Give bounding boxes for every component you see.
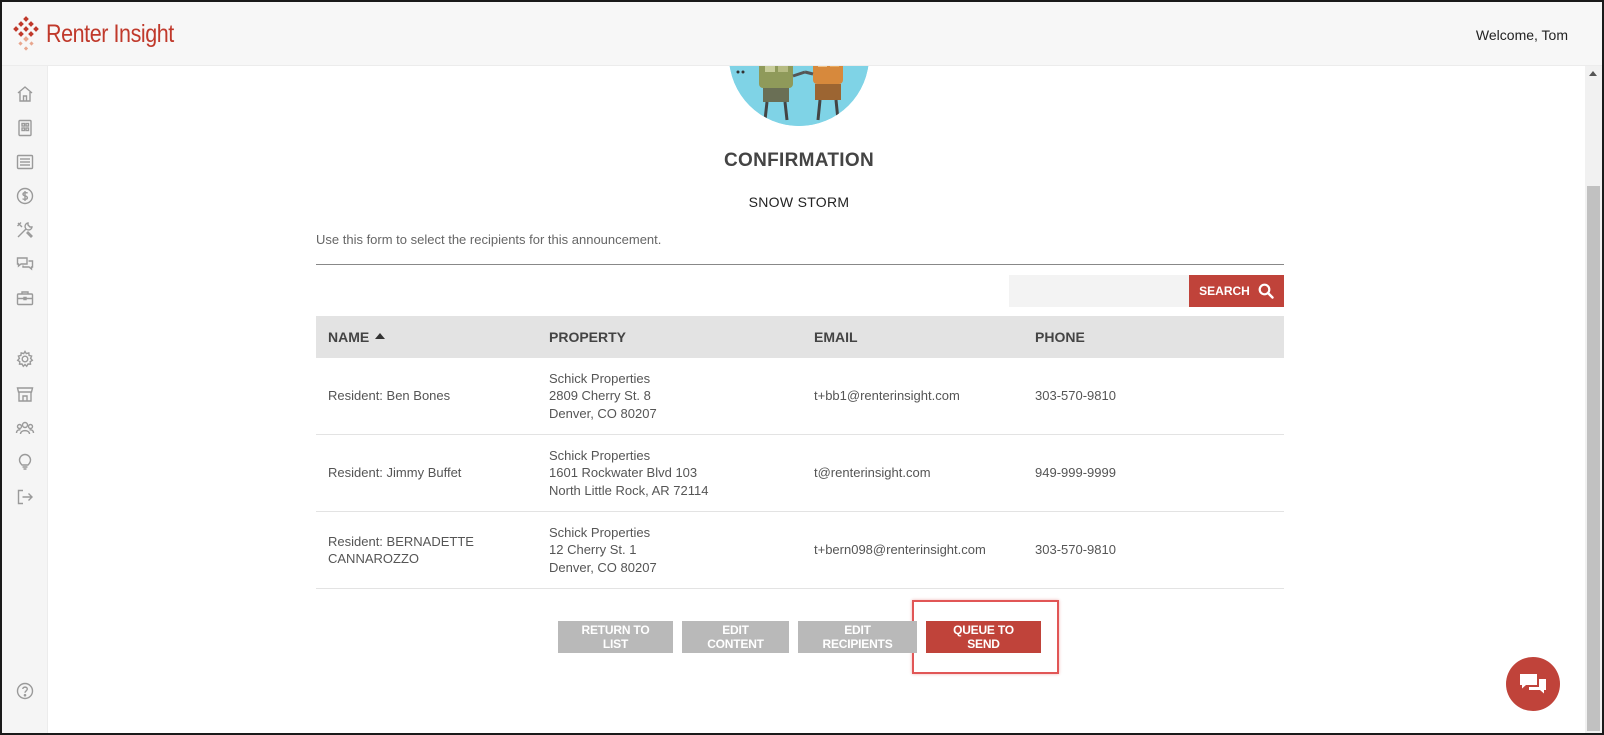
table-header: NAME PROPERTY EMAIL PHONE: [316, 316, 1284, 358]
table-row: Resident: BERNADETTE CANNAROZZO Schick P…: [316, 512, 1284, 589]
cell-phone: 949-999-9999: [1035, 465, 1116, 481]
instructions-text: Use this form to select the recipients f…: [316, 232, 662, 247]
search-button-label: SEARCH: [1199, 284, 1250, 298]
search-input[interactable]: [1009, 275, 1189, 307]
page-title: CONFIRMATION: [724, 150, 874, 171]
table-row: Resident: Ben Bones Schick Properties 28…: [316, 358, 1284, 435]
cell-property: Schick Properties 12 Cherry St. 1 Denver…: [537, 524, 802, 577]
property-line: Schick Properties: [549, 447, 651, 463]
edit-content-button[interactable]: EDIT CONTENT: [682, 621, 789, 653]
cell-email: t+bern098@renterinsight.com: [814, 542, 986, 558]
sort-ascending-icon: [375, 332, 386, 339]
app-window: Renter Insight Welcome, Tom CONFIRMATION…: [0, 0, 1604, 735]
property-line: Schick Properties: [549, 370, 651, 386]
store-icon[interactable]: [14, 383, 36, 405]
chat-icon: [1520, 674, 1546, 694]
cell-email: t@renterinsight.com: [814, 465, 931, 481]
welcome-text[interactable]: Welcome, Tom: [1476, 27, 1568, 43]
edit-recipients-button[interactable]: EDIT RECIPIENTS: [798, 621, 917, 653]
property-line: Denver, CO 80207: [549, 405, 657, 421]
column-header-name-label: NAME: [328, 329, 370, 345]
return-to-list-button[interactable]: RETURN TO LIST: [558, 621, 673, 653]
recipients-table: NAME PROPERTY EMAIL PHONE Resident: Ben …: [316, 316, 1284, 589]
building-icon[interactable]: [14, 117, 36, 139]
list-icon[interactable]: [14, 151, 36, 173]
dollar-icon[interactable]: [14, 185, 36, 207]
column-header-name[interactable]: NAME: [316, 329, 537, 345]
home-icon[interactable]: [14, 83, 36, 105]
property-line: Denver, CO 80207: [549, 559, 657, 575]
cell-property: Schick Properties 1601 Rockwater Blvd 10…: [537, 447, 802, 500]
cell-name: Resident: BERNADETTE CANNAROZZO: [328, 533, 474, 567]
queue-to-send-button[interactable]: QUEUE TO SEND: [926, 621, 1041, 653]
search-icon: [1258, 283, 1274, 299]
cell-email: t+bb1@renterinsight.com: [814, 388, 960, 404]
tools-icon[interactable]: [14, 219, 36, 241]
divider: [316, 264, 1284, 265]
chat-widget-button[interactable]: [1506, 657, 1560, 711]
announcement-name: SNOW STORM: [748, 194, 850, 210]
column-header-phone[interactable]: PHONE: [1023, 329, 1284, 345]
top-bar: Renter Insight Welcome, Tom: [2, 2, 1602, 66]
cell-property: Schick Properties 2809 Cherry St. 8 Denv…: [537, 370, 802, 423]
scroll-thumb[interactable]: [1587, 186, 1600, 731]
table-row: Resident: Jimmy Buffet Schick Properties…: [316, 435, 1284, 512]
property-line: North Little Rock, AR 72114: [549, 482, 709, 498]
robots-illustration: [729, 66, 869, 126]
column-header-property[interactable]: PROPERTY: [537, 329, 802, 345]
sidebar: [2, 66, 48, 733]
cell-phone: 303-570-9810: [1035, 388, 1116, 404]
action-buttons: RETURN TO LIST EDIT CONTENT EDIT RECIPIE…: [558, 621, 1041, 653]
lightbulb-icon[interactable]: [14, 451, 36, 473]
chat-bubbles-icon[interactable]: [14, 253, 36, 275]
cell-name: Resident: Ben Bones: [328, 388, 451, 404]
property-line: 1601 Rockwater Blvd 103: [549, 465, 698, 481]
logout-icon[interactable]: [14, 486, 36, 508]
help-icon[interactable]: [14, 680, 36, 702]
cell-phone: 303-570-9810: [1035, 542, 1116, 558]
briefcase-icon[interactable]: [14, 287, 36, 309]
users-icon[interactable]: [14, 417, 36, 439]
search-button[interactable]: SEARCH: [1189, 275, 1284, 307]
logo[interactable]: Renter Insight: [12, 14, 195, 54]
property-line: 12 Cherry St. 1: [549, 542, 637, 558]
logo-mark-icon: [13, 16, 39, 51]
column-header-email[interactable]: EMAIL: [802, 329, 1023, 345]
gear-icon[interactable]: [14, 348, 36, 370]
cell-name: Resident: Jimmy Buffet: [328, 465, 462, 481]
logo-text: Renter Insight: [46, 19, 174, 48]
property-line: 2809 Cherry St. 8: [549, 388, 651, 404]
vertical-scrollbar[interactable]: [1585, 66, 1602, 733]
main-content: CONFIRMATION SNOW STORM Use this form to…: [49, 66, 1587, 733]
scroll-up-arrow-icon[interactable]: [1589, 71, 1597, 76]
property-line: Schick Properties: [549, 524, 651, 540]
